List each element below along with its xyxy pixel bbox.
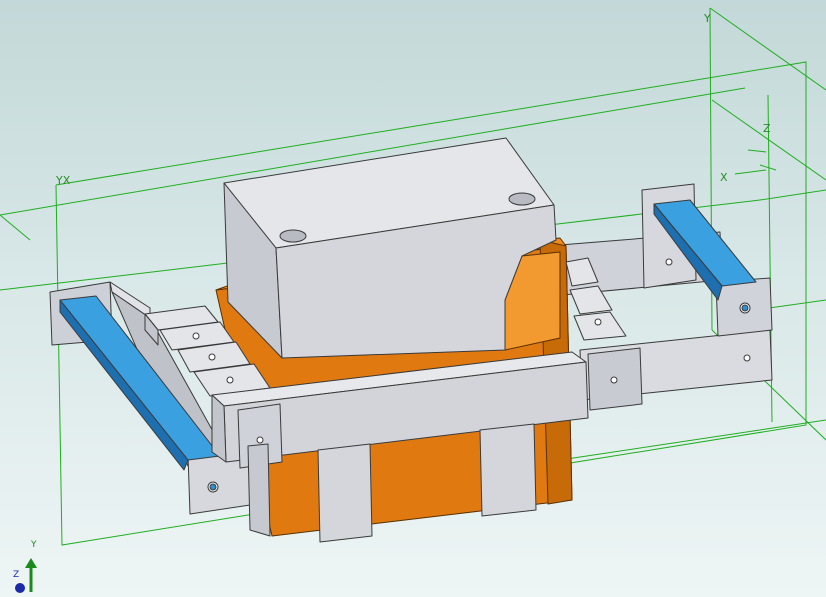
plane-edge-h[interactable] [559, 419, 826, 461]
terminal-tab-r3-hole [594, 318, 602, 326]
plane-edge-b[interactable] [709, 7, 826, 91]
side-plane-label-x: X [720, 171, 728, 184]
top-block-hole-left [279, 229, 307, 243]
terminal-tab-r3[interactable] [573, 311, 627, 341]
top-block-hole-right [508, 192, 536, 206]
3d-viewport[interactable]: YX Y Z X Y Z [0, 0, 826, 597]
triad-z-label: Z [13, 570, 19, 580]
front-plane-label: YX [55, 174, 71, 187]
right-mount-hole [610, 376, 618, 384]
plane-edge-g[interactable] [0, 214, 31, 241]
side-plane-label-y: Y [703, 12, 711, 25]
front-band-hole-left [256, 436, 264, 444]
model-canvas[interactable]: YX Y Z X Y Z [0, 0, 826, 597]
right-back-hole [665, 258, 673, 266]
terminal-tab-3-hole [208, 353, 216, 361]
right-bracket-hole-fill [741, 304, 749, 312]
bottom-lower-left-frame[interactable] [247, 443, 271, 537]
right-arm-hole [743, 354, 751, 362]
axis-ticks-right [734, 149, 777, 175]
triad-y-label: Y [30, 540, 37, 550]
bottom-strap-right[interactable] [479, 423, 537, 517]
plane-edge-f[interactable] [759, 189, 826, 201]
terminal-tab-4-hole [226, 376, 234, 384]
triad-y-arrow [25, 558, 37, 568]
left-bracket-hole-fill [209, 483, 217, 491]
view-triad[interactable]: Y Z [13, 540, 37, 593]
triad-origin [15, 583, 25, 593]
terminal-tab-2-hole [192, 332, 200, 340]
side-plane-label-z: Z [763, 122, 771, 135]
bottom-strap-left[interactable] [317, 443, 373, 543]
